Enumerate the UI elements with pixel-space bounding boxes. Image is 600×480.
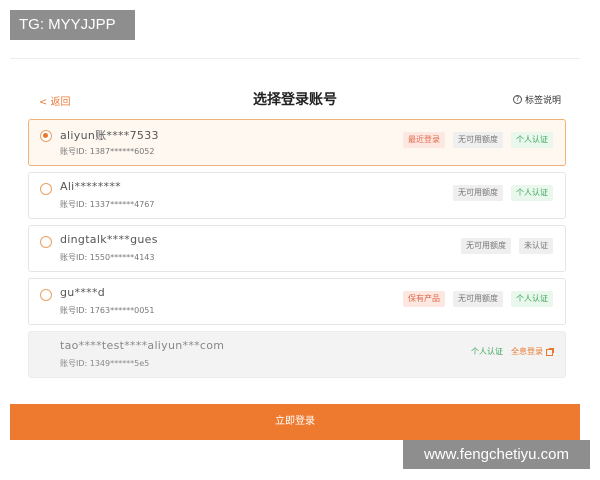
watermark-bottom: www.fengchetiyu.com bbox=[403, 440, 590, 469]
tag-no-quota: 无可用额度 bbox=[461, 238, 511, 254]
account-name: aliyun账****7533 bbox=[60, 129, 159, 142]
account-row[interactable]: dingtalk****gues 账号ID: 1550******4143 无可… bbox=[28, 225, 566, 272]
account-tags: 无可用额度 未认证 bbox=[461, 238, 553, 254]
tag-help-link[interactable]: ? 标签说明 bbox=[512, 93, 561, 106]
question-circle-icon: ? bbox=[512, 95, 522, 104]
account-name: dingtalk****gues bbox=[60, 233, 158, 246]
tag-personal-verified: 个人认证 bbox=[471, 347, 503, 356]
radio-unselected[interactable] bbox=[40, 289, 52, 301]
account-id: 账号ID: 1387******6052 bbox=[60, 147, 155, 156]
radio-unselected[interactable] bbox=[40, 236, 52, 248]
tag-recent-login: 最近登录 bbox=[403, 132, 445, 148]
account-tags: 最近登录 无可用额度 个人认证 bbox=[403, 132, 553, 148]
tag-owned-product: 保有产品 bbox=[403, 291, 445, 307]
dialog-header: < 返回 选择登录账号 ? 标签说明 bbox=[10, 59, 580, 121]
account-id: 账号ID: 1337******4767 bbox=[60, 200, 155, 209]
tag-no-quota: 无可用额度 bbox=[453, 291, 503, 307]
account-tags: 保有产品 无可用额度 个人认证 bbox=[403, 291, 553, 307]
account-tags: 无可用额度 个人认证 bbox=[453, 185, 553, 201]
external-link-icon bbox=[546, 347, 554, 356]
account-row-disabled: tao****test****aliyun***com 账号ID: 1349**… bbox=[28, 331, 566, 378]
account-row[interactable]: Ali******** 账号ID: 1337******4767 无可用额度 个… bbox=[28, 172, 566, 219]
account-select-dialog: < 返回 选择登录账号 ? 标签说明 aliyun账****7533 账号ID:… bbox=[10, 58, 580, 442]
account-id: 账号ID: 1550******4143 bbox=[60, 253, 155, 262]
account-row[interactable]: gu****d 账号ID: 1763******0051 保有产品 无可用额度 … bbox=[28, 278, 566, 325]
account-row[interactable]: aliyun账****7533 账号ID: 1387******6052 最近登… bbox=[28, 119, 566, 166]
page-title: 选择登录账号 bbox=[253, 92, 337, 108]
login-now-button[interactable]: 立即登录 bbox=[10, 404, 580, 440]
tag-personal-verified: 个人认证 bbox=[511, 185, 553, 201]
account-name: tao****test****aliyun***com bbox=[60, 339, 225, 352]
tag-personal-verified: 个人认证 bbox=[511, 291, 553, 307]
radio-unselected[interactable] bbox=[40, 183, 52, 195]
tag-help-label: 标签说明 bbox=[524, 96, 561, 106]
account-id: 账号ID: 1763******0051 bbox=[60, 306, 155, 315]
tag-personal-verified: 个人认证 bbox=[511, 132, 553, 148]
account-name: gu****d bbox=[60, 286, 106, 299]
account-tags: 个人认证 全息登录 bbox=[471, 344, 554, 360]
tag-unverified: 未认证 bbox=[519, 238, 553, 254]
tag-no-quota: 无可用额度 bbox=[453, 132, 503, 148]
account-name: Ali******** bbox=[60, 180, 121, 193]
full-info-login-label: 全息登录 bbox=[511, 347, 543, 356]
account-id: 账号ID: 1349******5e5 bbox=[60, 359, 150, 368]
full-info-login-link[interactable]: 全息登录 bbox=[511, 344, 554, 360]
radio-selected[interactable] bbox=[40, 130, 52, 142]
tag-no-quota: 无可用额度 bbox=[453, 185, 503, 201]
watermark-top: TG: MYYJJPP bbox=[10, 10, 135, 40]
